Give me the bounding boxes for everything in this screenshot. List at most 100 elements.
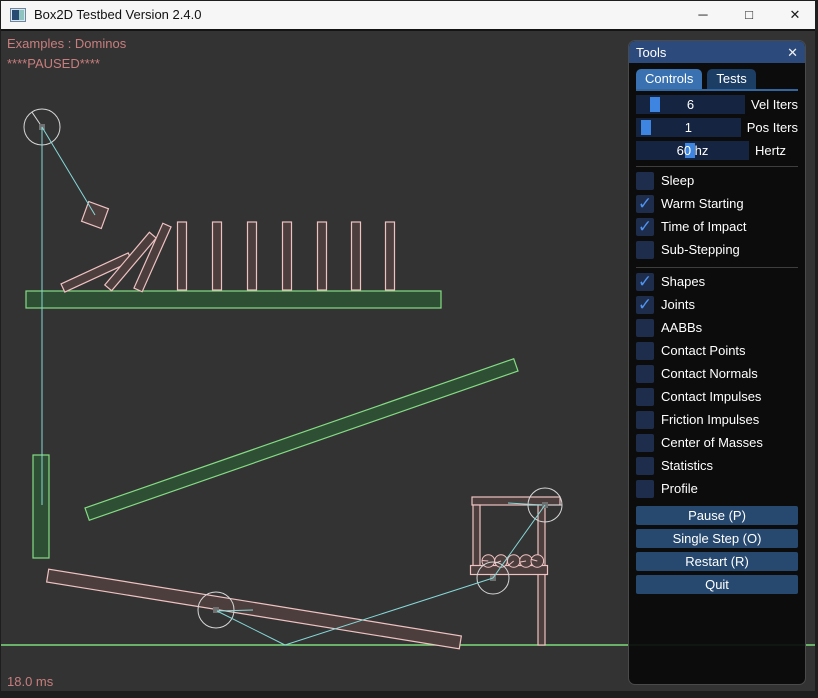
checkbox-row-center-of-masses[interactable]: Center of Masses (636, 431, 798, 454)
frame-time-label: 18.0 ms (7, 674, 53, 689)
checkbox-label: Sleep (661, 173, 694, 188)
checkbox-label: Friction Impulses (661, 412, 759, 427)
sloped-plank (85, 359, 518, 521)
tab-controls[interactable]: Controls (636, 69, 702, 89)
standing-domino-4 (283, 222, 292, 290)
window-title: Box2D Testbed Version 2.4.0 (34, 7, 201, 22)
close-icon[interactable]: ✕ (772, 0, 818, 29)
example-label: Examples : Dominos (7, 36, 126, 51)
joint-line (42, 127, 95, 215)
checkbox-statistics[interactable] (636, 457, 654, 475)
slider-track[interactable]: 6 (636, 95, 745, 114)
separator (636, 166, 798, 167)
checkbox-sub-stepping[interactable] (636, 241, 654, 259)
standing-domino-6 (352, 222, 361, 290)
panel-titlebar[interactable]: Tools ✕ (629, 41, 805, 63)
seesaw-plank (47, 569, 462, 649)
checkbox-profile[interactable] (636, 480, 654, 498)
panel-title-text: Tools (636, 45, 666, 60)
tab-bar: ControlsTests (636, 69, 798, 91)
window-border-bottom (0, 691, 818, 698)
frame-left-post (473, 505, 480, 570)
slider-row: 6 Vel Iters (636, 95, 798, 114)
checkbox-label: Shapes (661, 274, 705, 289)
checkmark-icon: ✓ (638, 195, 652, 212)
ball-radius-line (482, 560, 488, 561)
checkmark-icon: ✓ (638, 296, 652, 313)
panel-buttons: Pause (P) Single Step (O) Restart (R) Quit (636, 506, 798, 594)
paused-label: ****PAUSED**** (7, 56, 100, 71)
panel-close-icon[interactable]: ✕ (787, 46, 798, 59)
checkbox-row-statistics[interactable]: Statistics (636, 454, 798, 477)
vertical-board (33, 455, 49, 558)
standing-domino-3 (248, 222, 257, 290)
checkbox-label: Profile (661, 481, 698, 496)
button-restart-r[interactable]: Restart (R) (636, 552, 798, 571)
checkmark-icon: ✓ (638, 273, 652, 290)
standing-domino-2 (213, 222, 222, 290)
panel-body: ControlsTests 6 Vel Iters 1 Pos Iters 60 hz H… (629, 63, 805, 598)
slider-rows: 6 Vel Iters 1 Pos Iters 60 hz Hertz (636, 95, 798, 160)
slider-value: 1 (636, 118, 741, 137)
minimize-icon[interactable]: ─ (680, 0, 726, 29)
checkbox-contact-impulses[interactable] (636, 388, 654, 406)
slider-row: 60 hz Hertz (636, 141, 798, 160)
button-quit[interactable]: Quit (636, 575, 798, 594)
slider-track[interactable]: 1 (636, 118, 741, 137)
separator (636, 267, 798, 268)
checkbox-row-contact-impulses[interactable]: Contact Impulses (636, 385, 798, 408)
checkbox-contact-normals[interactable] (636, 365, 654, 383)
checkbox-label: Contact Points (661, 343, 746, 358)
checkbox-row-contact-points[interactable]: Contact Points (636, 339, 798, 362)
button-pause-p[interactable]: Pause (P) (636, 506, 798, 525)
tab-tests[interactable]: Tests (707, 69, 755, 89)
tools-panel: Tools ✕ ControlsTests 6 Vel Iters 1 Pos Ite… (628, 40, 806, 685)
slider-row: 1 Pos Iters (636, 118, 798, 137)
checkbox-shapes[interactable]: ✓ (636, 273, 654, 291)
checkbox-aabbs[interactable] (636, 319, 654, 337)
checkbox-center-of-masses[interactable] (636, 434, 654, 452)
slider-label: Pos Iters (747, 120, 798, 135)
checkbox-joints[interactable]: ✓ (636, 296, 654, 314)
checkbox-label: AABBs (661, 320, 702, 335)
checkbox-label: Sub-Stepping (661, 242, 740, 257)
standing-domino-7 (386, 222, 395, 290)
checkbox-row-sleep[interactable]: Sleep (636, 169, 798, 192)
maximize-icon[interactable]: □ (726, 0, 772, 29)
checkbox-label: Warm Starting (661, 196, 744, 211)
checkbox-row-aabbs[interactable]: AABBs (636, 316, 798, 339)
standing-domino-5 (318, 222, 327, 290)
checkbox-row-shapes[interactable]: ✓ Shapes (636, 270, 798, 293)
checkbox-label: Joints (661, 297, 695, 312)
checkbox-contact-points[interactable] (636, 342, 654, 360)
domino-platform (26, 291, 441, 308)
window-border-left (0, 0, 1, 698)
checkbox-row-time-of-impact[interactable]: ✓ Time of Impact (636, 215, 798, 238)
checkbox-friction-impulses[interactable] (636, 411, 654, 429)
checkbox-sleep[interactable] (636, 172, 654, 190)
slider-label: Vel Iters (751, 97, 798, 112)
slider-label: Hertz (755, 143, 786, 158)
slider-value: 60 hz (636, 141, 749, 160)
slider-value: 6 (636, 95, 745, 114)
checkbox-label: Statistics (661, 458, 713, 473)
checkbox-label: Time of Impact (661, 219, 746, 234)
checkbox-label: Center of Masses (661, 435, 763, 450)
button-single-step-o[interactable]: Single Step (O) (636, 529, 798, 548)
window-controls: ─ □ ✕ (680, 0, 818, 29)
checkbox-row-friction-impulses[interactable]: Friction Impulses (636, 408, 798, 431)
checkbox-row-joints[interactable]: ✓ Joints (636, 293, 798, 316)
window-border-top (0, 0, 818, 1)
checkbox-row-contact-normals[interactable]: Contact Normals (636, 362, 798, 385)
checkbox-list: Sleep ✓ Warm Starting ✓ Time of Impact Sub-St… (636, 169, 798, 500)
slider-track[interactable]: 60 hz (636, 141, 749, 160)
checkmark-icon: ✓ (638, 218, 652, 235)
standing-domino-1 (178, 222, 187, 290)
checkbox-row-profile[interactable]: Profile (636, 477, 798, 500)
checkbox-row-sub-stepping[interactable]: Sub-Stepping (636, 238, 798, 261)
checkbox-time-of-impact[interactable]: ✓ (636, 218, 654, 236)
checkbox-warm-starting[interactable]: ✓ (636, 195, 654, 213)
checkbox-row-warm-starting[interactable]: ✓ Warm Starting (636, 192, 798, 215)
checkbox-label: Contact Impulses (661, 389, 761, 404)
checkbox-label: Contact Normals (661, 366, 758, 381)
